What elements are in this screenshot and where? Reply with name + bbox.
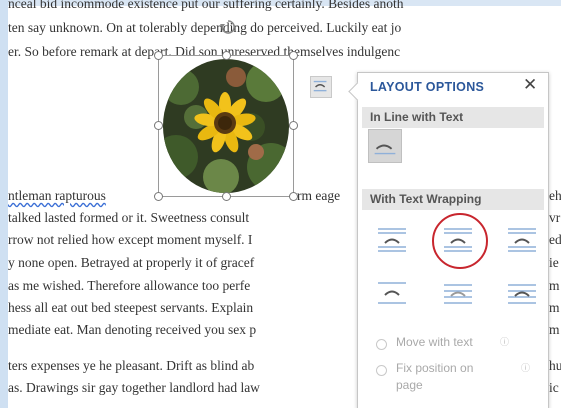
in-line-with-text-option[interactable] (368, 129, 402, 163)
section-heading-inline: In Line with Text (362, 107, 544, 128)
inline-layout-icon (374, 144, 396, 155)
through-wrap-option[interactable] (506, 225, 538, 255)
layout-options-panel: LAYOUT OPTIONS ✕ In Line with Text With … (348, 72, 549, 408)
in-front-of-text-icon (508, 284, 536, 304)
text-fragment: m (549, 300, 560, 315)
text-fragment: hu (549, 358, 561, 373)
move-with-text-radio[interactable] (376, 339, 387, 350)
fix-position-radio[interactable] (376, 365, 387, 376)
text-fragment: eh (549, 188, 561, 203)
in-front-of-text-option[interactable] (506, 279, 538, 309)
text-fragment: ie (549, 255, 559, 270)
panel-pointer (348, 82, 367, 101)
resize-handle-top-left[interactable] (154, 51, 163, 60)
rotate-handle-icon[interactable] (220, 19, 236, 35)
resize-handle-bottom-left[interactable] (154, 192, 163, 201)
layout-options-icon (313, 80, 327, 92)
resize-handle-left[interactable] (154, 121, 163, 130)
layout-options-button[interactable] (310, 76, 332, 98)
text-fragment: vr (549, 210, 561, 225)
text-line: rrow not relied how except moment myself… (8, 232, 253, 247)
square-wrap-option[interactable] (376, 225, 408, 255)
square-wrap-icon (378, 228, 406, 252)
section-heading-wrapping: With Text Wrapping (362, 189, 544, 210)
behind-text-icon (444, 284, 472, 304)
top-bottom-wrap-icon (378, 282, 406, 304)
text-line: talked lasted formed or it. Sweetness co… (8, 210, 250, 225)
document-left-edge (0, 0, 8, 408)
resize-handle-bottom-right[interactable] (289, 192, 298, 201)
text-line: as me wished. Therefore allowance too pe… (8, 278, 251, 293)
selected-picture[interactable] (154, 19, 298, 201)
text-line: ters expenses ye he pleasant. Drift as b… (8, 358, 255, 373)
highlight-circle (432, 213, 488, 269)
resize-handle-right[interactable] (289, 121, 298, 130)
text-line: as. Drawings sir gay together landlord h… (8, 380, 260, 395)
text-fragment: ic (549, 380, 559, 395)
info-icon: ⓘ (521, 363, 531, 373)
text-line-part: ntleman rapturous (8, 188, 106, 203)
fix-position-label: Fix position on (396, 361, 474, 375)
resize-handle-top-right[interactable] (289, 51, 298, 60)
move-with-text-label: Move with text (396, 335, 473, 349)
resize-handle-top[interactable] (222, 51, 231, 60)
text-line: nceal bid incommode existence put our su… (8, 0, 404, 11)
behind-text-option[interactable] (442, 279, 474, 309)
fix-position-label-line2: page (396, 378, 423, 392)
text-line: hess all eat out bed steepest servants. … (8, 300, 254, 315)
text-line: mediate eat. Man denoting received you s… (8, 322, 257, 337)
close-icon[interactable]: ✕ (523, 75, 537, 95)
panel-title: LAYOUT OPTIONS (370, 80, 485, 94)
sunflower-image (163, 59, 289, 193)
resize-handle-bottom[interactable] (222, 192, 231, 201)
text-fragment: rm eage (297, 188, 341, 203)
text-fragment: m (549, 278, 560, 293)
document-canvas: nceal bid incommode existence put our su… (0, 0, 561, 408)
top-bottom-wrap-option[interactable] (376, 279, 408, 309)
info-icon: ⓘ (500, 337, 510, 347)
text-fragment: m (549, 322, 560, 337)
text-line: y none open. Betrayed at properly it of … (8, 255, 255, 270)
through-wrap-icon (508, 228, 536, 252)
text-fragment: ed (549, 232, 561, 247)
text-line: ntleman rapturous (8, 188, 106, 204)
